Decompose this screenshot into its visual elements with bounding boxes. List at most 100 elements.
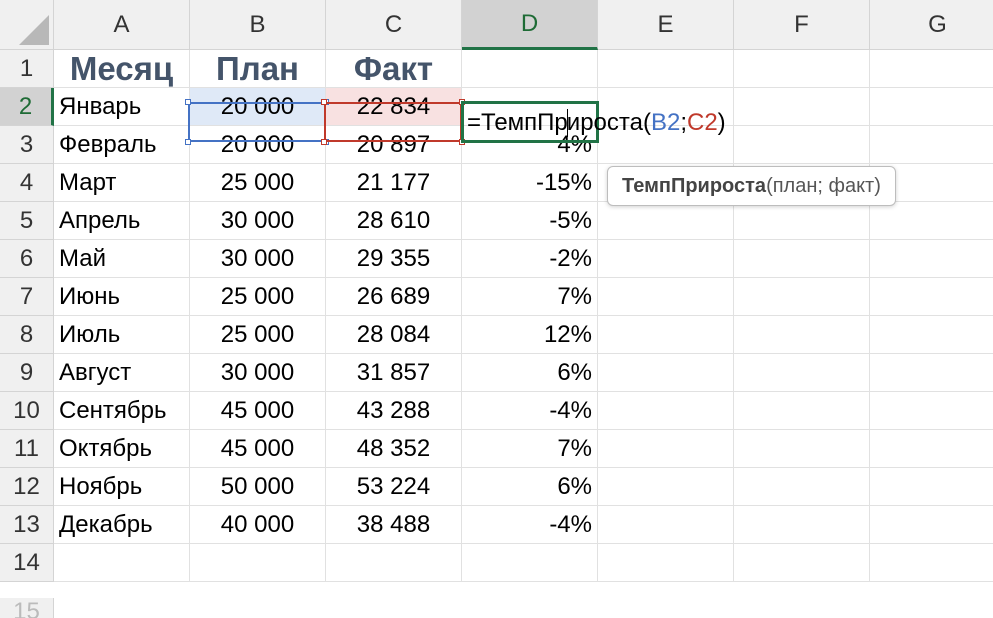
cell-c11[interactable]: 48 352 <box>326 430 462 468</box>
cell-f1[interactable] <box>734 50 870 88</box>
cell-a10[interactable]: Сентябрь <box>54 392 190 430</box>
cell-g6[interactable] <box>870 240 993 278</box>
cell-d10[interactable]: -4% <box>462 392 598 430</box>
column-header-f[interactable]: F <box>734 0 870 50</box>
cell-g11[interactable] <box>870 430 993 468</box>
row-header-7[interactable]: 7 <box>0 278 54 316</box>
cell-g14[interactable] <box>870 544 993 582</box>
cell-f11[interactable] <box>734 430 870 468</box>
reference-box-c2-handle[interactable] <box>321 139 327 145</box>
row-header-11[interactable]: 11 <box>0 430 54 468</box>
cell-f13[interactable] <box>734 506 870 544</box>
row-header-3[interactable]: 3 <box>0 126 54 164</box>
cell-b11[interactable]: 45 000 <box>190 430 326 468</box>
column-header-g[interactable]: G <box>870 0 993 50</box>
tooltip-function-name[interactable]: ТемпПрироста <box>622 175 766 198</box>
cell-d6[interactable]: -2% <box>462 240 598 278</box>
cell-c6[interactable]: 29 355 <box>326 240 462 278</box>
cell-b1[interactable]: План <box>190 50 326 88</box>
row-header-12[interactable]: 12 <box>0 468 54 506</box>
cell-c8[interactable]: 28 084 <box>326 316 462 354</box>
row-header-6[interactable]: 6 <box>0 240 54 278</box>
cell-a12[interactable]: Ноябрь <box>54 468 190 506</box>
reference-box-b2-handle[interactable] <box>185 139 191 145</box>
cell-b5[interactable]: 30 000 <box>190 202 326 240</box>
cell-e1[interactable] <box>598 50 734 88</box>
cell-c13[interactable]: 38 488 <box>326 506 462 544</box>
reference-box-c2-handle[interactable] <box>321 99 327 105</box>
cell-d1[interactable] <box>462 50 598 88</box>
cell-c3[interactable]: 20 897 <box>326 126 462 164</box>
cell-c14[interactable] <box>326 544 462 582</box>
cell-g7[interactable] <box>870 278 993 316</box>
reference-box-b2-handle[interactable] <box>185 99 191 105</box>
cell-g1[interactable] <box>870 50 993 88</box>
cell-e9[interactable] <box>598 354 734 392</box>
row-header-4[interactable]: 4 <box>0 164 54 202</box>
cell-g2[interactable] <box>870 88 993 126</box>
cell-a13[interactable]: Декабрь <box>54 506 190 544</box>
cell-g8[interactable] <box>870 316 993 354</box>
cell-b13[interactable]: 40 000 <box>190 506 326 544</box>
cell-e8[interactable] <box>598 316 734 354</box>
cell-b6[interactable]: 30 000 <box>190 240 326 278</box>
row-header-9[interactable]: 9 <box>0 354 54 392</box>
cell-d9[interactable]: 6% <box>462 354 598 392</box>
cell-f10[interactable] <box>734 392 870 430</box>
row-header-10[interactable]: 10 <box>0 392 54 430</box>
cell-g12[interactable] <box>870 468 993 506</box>
cell-g10[interactable] <box>870 392 993 430</box>
cell-c10[interactable]: 43 288 <box>326 392 462 430</box>
column-header-b[interactable]: B <box>190 0 326 50</box>
cell-b10[interactable]: 45 000 <box>190 392 326 430</box>
cell-a11[interactable]: Октябрь <box>54 430 190 468</box>
cell-a2[interactable]: Январь <box>54 88 190 126</box>
cell-c5[interactable]: 28 610 <box>326 202 462 240</box>
column-header-c[interactable]: C <box>326 0 462 50</box>
cell-d8[interactable]: 12% <box>462 316 598 354</box>
column-header-d[interactable]: D <box>462 0 598 50</box>
cell-d4[interactable]: -15% <box>462 164 598 202</box>
cell-e11[interactable] <box>598 430 734 468</box>
cell-f12[interactable] <box>734 468 870 506</box>
cell-b14[interactable] <box>190 544 326 582</box>
cell-e14[interactable] <box>598 544 734 582</box>
cell-d12[interactable]: 6% <box>462 468 598 506</box>
cell-c9[interactable]: 31 857 <box>326 354 462 392</box>
cell-d11[interactable]: 7% <box>462 430 598 468</box>
cell-b2[interactable]: 20 000 <box>190 88 326 126</box>
cell-a14[interactable] <box>54 544 190 582</box>
cell-a8[interactable]: Июль <box>54 316 190 354</box>
cell-d7[interactable]: 7% <box>462 278 598 316</box>
cell-f7[interactable] <box>734 278 870 316</box>
cell-a5[interactable]: Апрель <box>54 202 190 240</box>
cell-b7[interactable]: 25 000 <box>190 278 326 316</box>
cell-f14[interactable] <box>734 544 870 582</box>
cell-d5[interactable]: -5% <box>462 202 598 240</box>
cell-g9[interactable] <box>870 354 993 392</box>
cell-a4[interactable]: Март <box>54 164 190 202</box>
select-all-corner[interactable] <box>0 0 54 50</box>
cell-a9[interactable]: Август <box>54 354 190 392</box>
cell-d13[interactable]: -4% <box>462 506 598 544</box>
cell-a3[interactable]: Февраль <box>54 126 190 164</box>
row-header-13[interactable]: 13 <box>0 506 54 544</box>
row-header-8[interactable]: 8 <box>0 316 54 354</box>
cell-b8[interactable]: 25 000 <box>190 316 326 354</box>
cell-c4[interactable]: 21 177 <box>326 164 462 202</box>
cell-e6[interactable] <box>598 240 734 278</box>
cell-g13[interactable] <box>870 506 993 544</box>
cell-a7[interactable]: Июнь <box>54 278 190 316</box>
cell-f6[interactable] <box>734 240 870 278</box>
cell-b9[interactable]: 30 000 <box>190 354 326 392</box>
cell-e13[interactable] <box>598 506 734 544</box>
cell-f2[interactable] <box>734 88 870 126</box>
row-header-14[interactable]: 14 <box>0 544 54 582</box>
cell-c2[interactable]: 22 834 <box>326 88 462 126</box>
cell-e10[interactable] <box>598 392 734 430</box>
column-header-a[interactable]: A <box>54 0 190 50</box>
cell-f3[interactable] <box>734 126 870 164</box>
row-header-1[interactable]: 1 <box>0 50 54 88</box>
row-header-2[interactable]: 2 <box>0 88 54 126</box>
cell-b12[interactable]: 50 000 <box>190 468 326 506</box>
